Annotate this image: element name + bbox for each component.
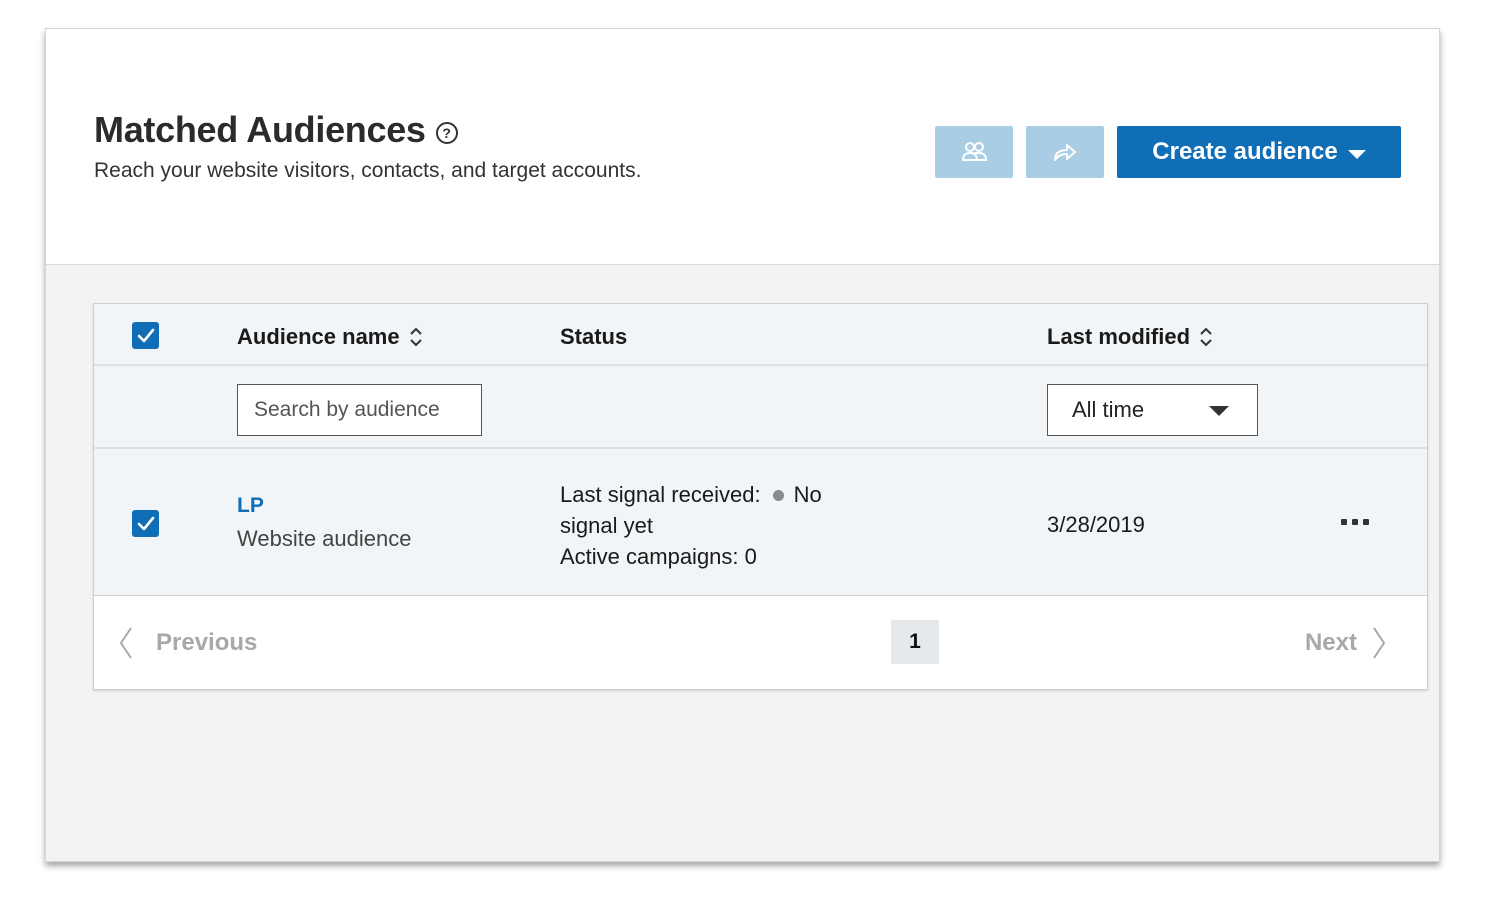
more-dot-icon <box>1341 519 1347 525</box>
chevron-right-icon <box>1373 627 1386 659</box>
column-status-label: Status <box>560 324 628 349</box>
audience-type: Website audience <box>237 526 412 551</box>
row-checkbox[interactable] <box>132 510 159 537</box>
share-with-accounts-button[interactable] <box>935 126 1013 178</box>
previous-button[interactable]: Previous <box>118 626 257 660</box>
column-last-modified-label: Last modified <box>1047 324 1191 349</box>
time-filter-select[interactable]: All time <box>1047 384 1258 436</box>
column-last-modified[interactable]: Last modified <box>1047 324 1214 350</box>
table-row: LP Website audience Last signal received… <box>94 449 1427 596</box>
audience-status: Last signal received: No signal yet Activ… <box>560 479 870 572</box>
more-dot-icon <box>1352 519 1358 525</box>
caret-down-icon <box>1347 150 1366 159</box>
table-header: Audience name Status Last modified <box>94 304 1427 366</box>
select-all-checkbox[interactable] <box>132 322 159 349</box>
next-label: Next <box>1304 629 1357 656</box>
caret-down-icon <box>1209 406 1229 416</box>
chevron-left-icon <box>119 627 132 659</box>
pagination: Previous 1 Next <box>94 596 1427 689</box>
matched-audiences-window: Matched Audiences ? Reach your website v… <box>45 28 1440 862</box>
title-row: Matched Audiences ? <box>94 109 458 151</box>
previous-label: Previous <box>156 629 258 656</box>
create-audience-label: Create audience <box>1152 138 1338 165</box>
page-header: Matched Audiences ? Reach your website v… <box>46 29 1439 265</box>
people-icon <box>961 142 988 161</box>
share-button[interactable] <box>1026 126 1104 178</box>
more-dot-icon <box>1363 519 1369 525</box>
create-audience-button[interactable]: Create audience <box>1117 126 1401 178</box>
status-dot-icon <box>772 489 784 501</box>
last-modified-date: 3/28/2019 <box>1047 512 1145 537</box>
sort-icon <box>1200 327 1212 347</box>
share-arrow-icon <box>1054 144 1076 161</box>
filter-row: All time <box>94 366 1427 449</box>
page-subtitle: Reach your website visitors, contacts, a… <box>94 159 642 182</box>
audience-name-link[interactable]: LP <box>237 494 264 518</box>
signal-label: Last signal received: <box>560 482 761 507</box>
checkmark-icon <box>137 516 154 530</box>
time-filter-value: All time <box>1072 397 1145 422</box>
active-campaigns: Active campaigns: 0 <box>560 544 757 569</box>
search-audience-input[interactable] <box>237 384 482 436</box>
help-icon[interactable]: ? <box>435 122 458 144</box>
next-button[interactable]: Next <box>1305 626 1387 660</box>
page-number-button[interactable]: 1 <box>891 620 939 664</box>
sort-icon <box>409 327 422 347</box>
column-audience-name-label: Audience name <box>237 324 400 349</box>
column-status: Status <box>560 324 627 350</box>
audiences-table: Audience name Status Last modified A <box>93 303 1428 690</box>
column-audience-name[interactable]: Audience name <box>237 324 424 350</box>
page-title: Matched Audiences <box>94 109 426 150</box>
more-options-button[interactable] <box>1341 519 1369 525</box>
checkmark-icon <box>137 328 154 342</box>
